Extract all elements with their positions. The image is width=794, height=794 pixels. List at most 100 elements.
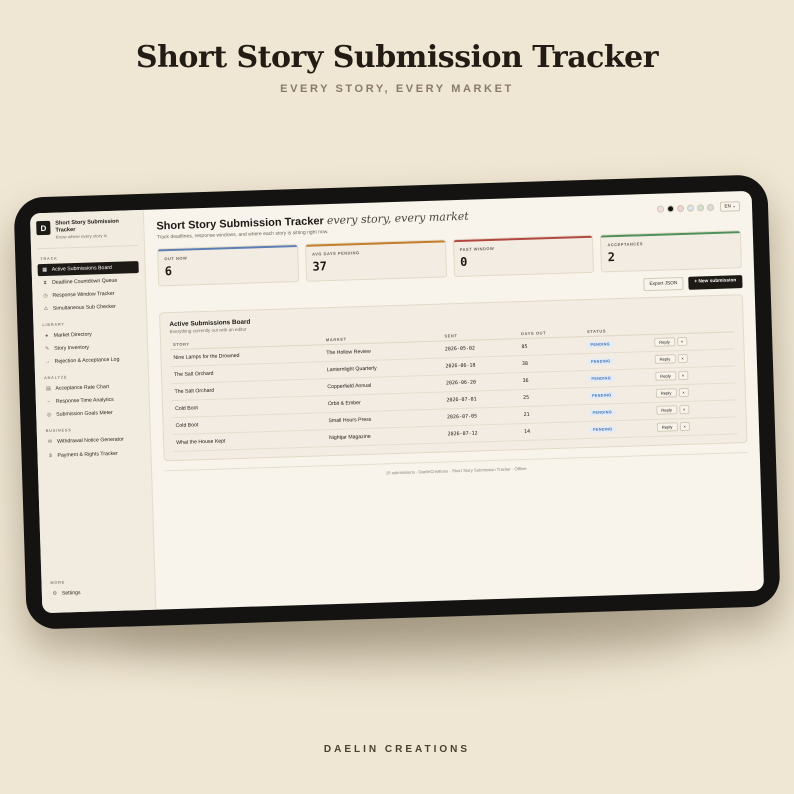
nav-section-track: TRACK bbox=[40, 256, 58, 262]
sidebar-item-payment-rights-tracker[interactable]: $ Payment & Rights Tracker bbox=[43, 447, 144, 462]
sidebar-item-rejection-acceptance-log[interactable]: → Rejection & Acceptance Log bbox=[40, 353, 141, 368]
stat-card-out-now: OUT NOW 6 bbox=[157, 244, 299, 287]
submissions-board: Active Submissions Board Everything curr… bbox=[159, 294, 748, 462]
chart-icon: ▤ bbox=[45, 386, 51, 393]
sidebar-item-label: Market Directory bbox=[53, 331, 92, 340]
nav-section-business: BUSINESS bbox=[45, 428, 72, 434]
nav-section-analyze: ANALYZE bbox=[44, 375, 68, 381]
sidebar-item-label: Response Window Tracker bbox=[52, 291, 115, 300]
reply-button[interactable]: Reply bbox=[654, 354, 676, 364]
cell-status: PENDING bbox=[584, 334, 652, 354]
nav-section-library: LIBRARY bbox=[42, 322, 65, 328]
stat-value: 6 bbox=[164, 264, 173, 279]
remove-button[interactable]: × bbox=[679, 421, 691, 432]
remove-button[interactable]: × bbox=[676, 336, 688, 347]
remove-button[interactable]: × bbox=[678, 387, 689, 398]
sidebar-item-label: Active Submissions Board bbox=[51, 265, 113, 274]
reply-button[interactable]: Reply bbox=[656, 405, 678, 415]
nav-section-more: MORE bbox=[50, 580, 66, 585]
cell-days-out: 36 bbox=[519, 370, 586, 390]
sidebar-item-simultaneous-sub-checker[interactable]: ⚠ Simultaneous Sub Checker bbox=[39, 300, 140, 315]
cell-status: PENDING bbox=[585, 368, 653, 388]
sidebar-item-label: Acceptance Rate Chart bbox=[55, 384, 110, 393]
sidebar-item-label: Response Time Analytics bbox=[55, 397, 114, 406]
app-screen: D Short Story Submission Tracker Know wh… bbox=[29, 190, 765, 614]
cell-days-out: 21 bbox=[520, 404, 587, 424]
pencil-icon: ✎ bbox=[44, 346, 50, 353]
status-badge: PENDING bbox=[587, 341, 613, 348]
reply-button[interactable]: Reply bbox=[656, 422, 678, 432]
sidebar-item-label: Withdrawal Notice Generator bbox=[56, 437, 124, 446]
cell-days-out: 85 bbox=[518, 336, 585, 356]
grid-icon: ▦ bbox=[42, 267, 48, 274]
theme-swatch[interactable] bbox=[667, 204, 675, 212]
cell-status: PENDING bbox=[585, 385, 653, 405]
brand-name: DAELIN CREATIONS bbox=[323, 744, 471, 755]
submissions-table: STORY MARKET SENT DAYS OUT STATUS Nine L… bbox=[169, 322, 738, 452]
sidebar-item-label: Submission Goals Meter bbox=[56, 410, 113, 419]
cell-status: PENDING bbox=[584, 351, 652, 371]
gear-icon: ⚙ bbox=[52, 590, 58, 597]
cell-status: PENDING bbox=[586, 402, 654, 422]
theme-swatch[interactable] bbox=[657, 205, 665, 213]
cell-status: PENDING bbox=[586, 419, 655, 439]
tablet-frame: D Short Story Submission Tracker Know wh… bbox=[13, 174, 781, 630]
sidebar-item-label: Simultaneous Sub Checker bbox=[52, 304, 116, 313]
main-content: Short Story Submission Tracker every sto… bbox=[144, 191, 764, 610]
language-select[interactable]: EN ⌄ bbox=[720, 201, 741, 212]
cell-sent: 2026-07-12 bbox=[444, 423, 522, 444]
cell-market: Nightjar Magazine bbox=[325, 426, 445, 447]
trend-icon: ~ bbox=[47, 399, 51, 406]
dot-icon: ● bbox=[45, 333, 49, 340]
stat-card-past-window: PAST WINDOW 0 bbox=[452, 234, 595, 278]
status-badge: PENDING bbox=[590, 426, 616, 433]
cell-actions: Reply × bbox=[653, 416, 738, 437]
remove-button[interactable]: × bbox=[677, 353, 688, 364]
app-logo-row: D Short Story Submission Tracker Know wh… bbox=[36, 218, 138, 250]
stat-value: 2 bbox=[607, 250, 616, 265]
reply-button[interactable]: Reply bbox=[653, 337, 675, 347]
clock-icon: ◷ bbox=[43, 293, 48, 300]
poster-title: Short Story Submission Tracker bbox=[135, 40, 659, 75]
status-badge: PENDING bbox=[589, 409, 616, 416]
stat-card-acceptances: ACCEPTANCES 2 bbox=[600, 230, 742, 273]
reply-button[interactable]: Reply bbox=[654, 371, 676, 381]
new-submission-button[interactable]: + New submission bbox=[688, 275, 743, 290]
arrow-icon: → bbox=[44, 359, 51, 366]
status-badge: PENDING bbox=[588, 392, 615, 399]
cell-days-out: 38 bbox=[518, 353, 586, 373]
sidebar-item-settings[interactable]: ⚙ Settings bbox=[48, 585, 149, 600]
theme-swatch[interactable] bbox=[697, 203, 705, 211]
sidebar: D Short Story Submission Tracker Know wh… bbox=[29, 209, 157, 614]
status-badge: PENDING bbox=[587, 358, 614, 365]
remove-button[interactable]: × bbox=[677, 370, 689, 381]
cell-days-out: 14 bbox=[520, 421, 588, 441]
stat-card-avg-days-pending: AVG DAYS PENDING 37 bbox=[304, 239, 447, 282]
target-icon: ◎ bbox=[46, 412, 52, 419]
remove-button[interactable]: × bbox=[678, 404, 690, 415]
stat-value: 37 bbox=[312, 259, 328, 274]
theme-swatch[interactable] bbox=[677, 204, 685, 212]
mail-icon: ✉ bbox=[47, 439, 53, 446]
sidebar-item-submission-goals-meter[interactable]: ◎ Submission Goals Meter bbox=[42, 406, 143, 421]
app-name: Short Story Submission Tracker bbox=[55, 218, 120, 234]
cell-days-out: 25 bbox=[519, 387, 587, 407]
warning-icon: ⚠ bbox=[43, 306, 49, 313]
chevron-down-icon: ⌄ bbox=[732, 203, 737, 209]
sidebar-item-label: Story Inventory bbox=[54, 345, 90, 353]
reply-button[interactable]: Reply bbox=[655, 388, 677, 398]
theme-swatch[interactable] bbox=[687, 204, 695, 212]
theme-swatches: EN ⌄ bbox=[657, 201, 741, 214]
theme-swatch[interactable] bbox=[707, 203, 715, 211]
stat-value: 0 bbox=[459, 254, 468, 269]
sidebar-item-label: Rejection & Acceptance Log bbox=[54, 357, 120, 366]
cell-story: What the House Kept bbox=[172, 429, 327, 452]
sidebar-item-label: Settings bbox=[61, 590, 81, 597]
hourglass-icon: ⧗ bbox=[43, 280, 47, 287]
status-badge: PENDING bbox=[588, 375, 615, 382]
sidebar-item-label: Deadline Countdown Queue bbox=[52, 278, 118, 287]
sidebar-item-label: Payment & Rights Tracker bbox=[57, 450, 118, 459]
export-json-button[interactable]: Export JSON bbox=[643, 276, 684, 292]
poster-tagline: EVERY STORY, EVERY MARKET bbox=[280, 83, 514, 95]
dollar-icon: $ bbox=[49, 452, 53, 459]
